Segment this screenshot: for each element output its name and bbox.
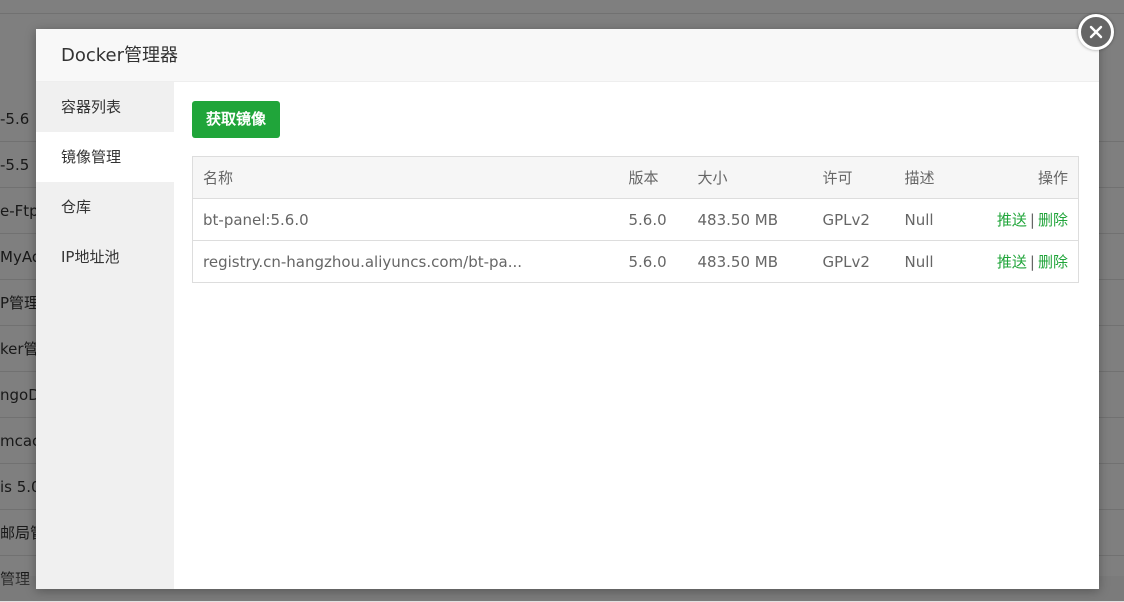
close-icon — [1089, 25, 1103, 39]
cell-name: bt-panel:5.6.0 — [192, 198, 619, 241]
cell-version: 5.6.0 — [618, 240, 688, 283]
push-link[interactable]: 推送 — [997, 211, 1027, 229]
dialog-title: Docker管理器 — [36, 29, 1099, 82]
cell-license: GPLv2 — [812, 240, 895, 283]
sidebar-item-containers[interactable]: 容器列表 — [36, 82, 174, 132]
dialog-sidebar: 容器列表 镜像管理 仓库 IP地址池 — [36, 82, 174, 589]
cell-size: 483.50 MB — [687, 198, 813, 241]
header-operations: 操作 — [984, 156, 1079, 199]
header-description: 描述 — [894, 156, 985, 199]
cell-license: GPLv2 — [812, 198, 895, 241]
push-link[interactable]: 推送 — [997, 253, 1027, 271]
table-header-row: 名称 版本 大小 许可 描述 操作 — [192, 156, 1079, 199]
op-separator: | — [1029, 253, 1035, 271]
cell-version: 5.6.0 — [618, 198, 688, 241]
cell-description: Null — [894, 198, 985, 241]
docker-manager-dialog: Docker管理器 容器列表 镜像管理 仓库 IP地址池 获取镜像 名称 版本 … — [36, 29, 1099, 589]
image-management-panel: 获取镜像 名称 版本 大小 许可 描述 操作 bt-panel:5.6.0 5.… — [174, 82, 1099, 589]
header-license: 许可 — [812, 156, 895, 199]
image-table: 名称 版本 大小 许可 描述 操作 bt-panel:5.6.0 5.6.0 4… — [192, 156, 1079, 283]
table-row: registry.cn-hangzhou.aliyuncs.com/bt-pa.… — [192, 240, 1079, 283]
close-dialog-button[interactable] — [1078, 14, 1114, 50]
pull-image-button[interactable]: 获取镜像 — [192, 101, 281, 138]
sidebar-item-images[interactable]: 镜像管理 — [36, 132, 174, 182]
cell-operations: 推送 | 删除 — [984, 198, 1079, 241]
header-size: 大小 — [687, 156, 813, 199]
delete-link[interactable]: 删除 — [1038, 211, 1068, 229]
header-version: 版本 — [618, 156, 688, 199]
delete-link[interactable]: 删除 — [1038, 253, 1068, 271]
sidebar-item-ip-pool[interactable]: IP地址池 — [36, 232, 174, 282]
sidebar-item-repository[interactable]: 仓库 — [36, 182, 174, 232]
header-name: 名称 — [192, 156, 619, 199]
cell-operations: 推送 | 删除 — [984, 240, 1079, 283]
cell-description: Null — [894, 240, 985, 283]
cell-size: 483.50 MB — [687, 240, 813, 283]
cell-name: registry.cn-hangzhou.aliyuncs.com/bt-pa.… — [192, 240, 619, 283]
op-separator: | — [1029, 211, 1035, 229]
table-row: bt-panel:5.6.0 5.6.0 483.50 MB GPLv2 Nul… — [192, 198, 1079, 241]
